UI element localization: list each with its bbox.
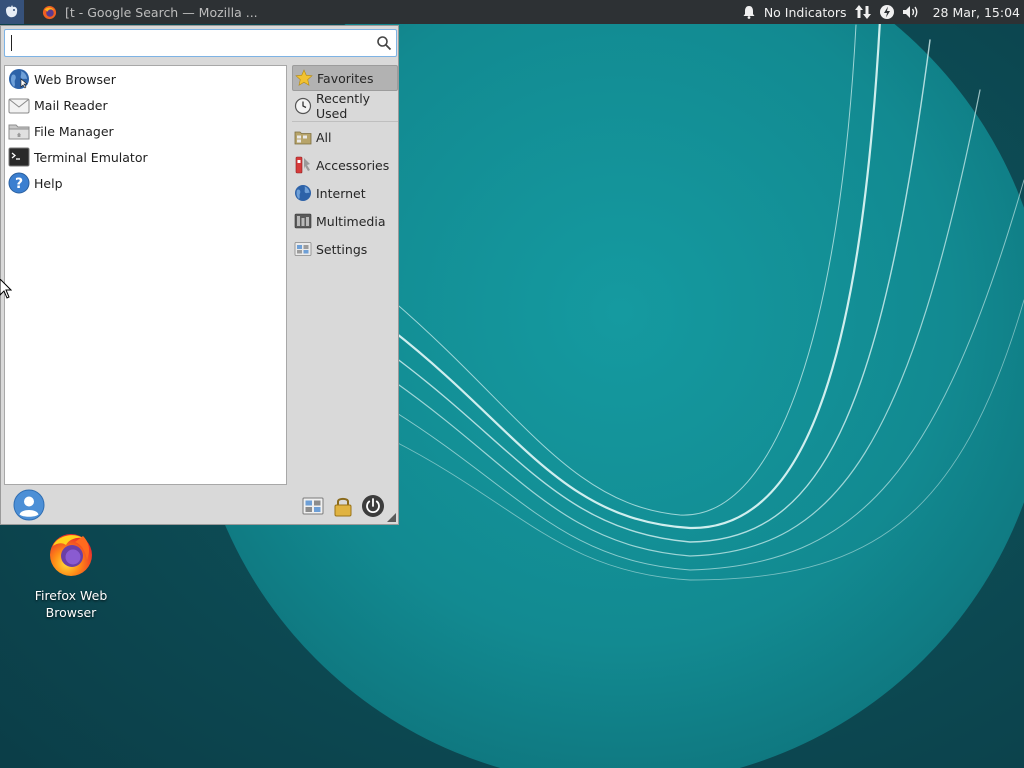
firefox-icon xyxy=(42,5,57,19)
accessories-icon xyxy=(294,156,312,174)
user-avatar-icon xyxy=(13,489,45,521)
favorites-list: Web Browser Mail Reader File Manager Ter… xyxy=(4,65,287,485)
list-item-mail-reader[interactable]: Mail Reader xyxy=(5,92,286,118)
desktop-icon-label-line1: Firefox Web xyxy=(34,588,108,603)
network-button[interactable] xyxy=(853,0,873,24)
search-box[interactable] xyxy=(4,29,397,57)
clock[interactable]: 28 Mar, 15:04 xyxy=(933,0,1020,24)
category-favorites[interactable]: Favorites xyxy=(292,65,398,91)
category-internet[interactable]: Internet xyxy=(292,180,398,206)
category-accessories[interactable]: Accessories xyxy=(292,152,398,178)
folder-icon xyxy=(8,120,30,142)
lock-screen-icon xyxy=(334,497,352,517)
list-item-label: Mail Reader xyxy=(34,97,108,113)
applications-menu-button[interactable] xyxy=(0,0,24,24)
category-label: All xyxy=(316,129,332,145)
globe-icon xyxy=(294,184,312,202)
volume-button[interactable] xyxy=(901,0,921,24)
power-manager-button[interactable] xyxy=(877,0,897,24)
mouse-pointer-icon xyxy=(0,279,12,299)
category-label: Favorites xyxy=(317,70,374,86)
category-label: Recently Used xyxy=(316,91,371,121)
search-icon[interactable] xyxy=(372,31,396,55)
list-item-label: Terminal Emulator xyxy=(34,149,148,165)
settings-manager-button[interactable] xyxy=(301,494,325,518)
list-item-terminal-emulator[interactable]: Terminal Emulator xyxy=(5,144,286,170)
category-label: Multimedia xyxy=(316,213,386,229)
resize-grip-icon[interactable] xyxy=(387,513,396,522)
category-all[interactable]: All xyxy=(292,124,398,150)
category-label: Accessories xyxy=(316,157,390,173)
list-item-label: File Manager xyxy=(34,123,114,139)
star-icon xyxy=(295,69,313,87)
category-settings[interactable]: Settings xyxy=(292,236,398,262)
category-list: Favorites Recently Used All Accessories … xyxy=(292,65,398,264)
taskbar-item-title: [t - Google Search — Mozilla ... xyxy=(65,4,258,20)
list-item-web-browser[interactable]: Web Browser xyxy=(5,66,286,92)
power-manager-icon xyxy=(879,5,894,19)
system-tray: No Indicators 28 Mar, 15:04 xyxy=(740,0,1024,24)
terminal-icon xyxy=(8,146,30,168)
xfce-mouse-icon xyxy=(6,5,18,18)
speaker-icon xyxy=(902,6,918,18)
all-apps-icon xyxy=(294,128,312,146)
firefox-icon xyxy=(50,534,92,576)
log-out-icon xyxy=(362,495,384,517)
settings-icon xyxy=(294,240,312,258)
globe-icon xyxy=(8,68,30,90)
network-updown-icon xyxy=(854,5,871,19)
multimedia-icon xyxy=(294,212,312,230)
category-recently-used[interactable]: Recently Used xyxy=(292,91,398,121)
notifications-button[interactable] xyxy=(740,0,758,24)
help-icon: ? xyxy=(8,172,30,194)
clock-icon xyxy=(294,97,312,115)
desktop-icon-label-line2: Browser xyxy=(45,605,97,620)
list-item-label: Help xyxy=(34,175,63,191)
category-separator xyxy=(292,121,398,122)
menu-footer xyxy=(1,486,398,524)
category-multimedia[interactable]: Multimedia xyxy=(292,208,398,234)
search-input[interactable] xyxy=(12,31,372,55)
user-avatar-button[interactable] xyxy=(13,489,45,521)
settings-manager-icon xyxy=(302,497,324,515)
category-label: Settings xyxy=(316,241,368,257)
top-panel: [t - Google Search — Mozilla ... No Indi… xyxy=(0,0,1024,24)
desktop-icon-firefox[interactable]: Firefox Web Browser xyxy=(26,530,116,621)
lock-screen-button[interactable] xyxy=(331,494,355,518)
indicator-plugin[interactable]: No Indicators xyxy=(764,0,847,24)
list-item-label: Web Browser xyxy=(34,71,116,87)
log-out-button[interactable] xyxy=(361,494,385,518)
list-item-file-manager[interactable]: File Manager xyxy=(5,118,286,144)
list-item-help[interactable]: ? Help xyxy=(5,170,286,196)
mail-icon xyxy=(8,94,30,116)
bell-icon xyxy=(743,6,755,19)
taskbar-item-firefox[interactable]: [t - Google Search — Mozilla ... xyxy=(36,0,264,24)
category-label: Internet xyxy=(316,185,366,201)
whisker-menu: Web Browser Mail Reader File Manager Ter… xyxy=(0,25,399,525)
svg-text:?: ? xyxy=(15,176,23,192)
